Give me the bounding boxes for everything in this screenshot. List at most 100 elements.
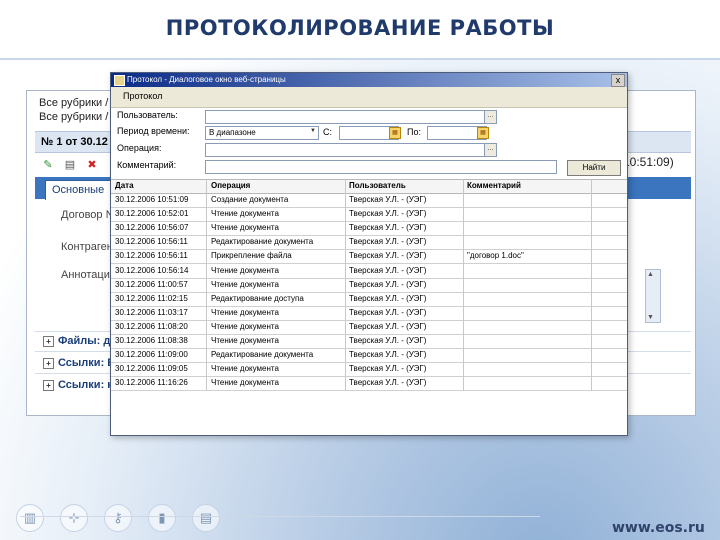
cell-operation: Чтение документа [211, 321, 279, 331]
cell-user: Тверская У.Л. - (УЭГ) [349, 195, 427, 204]
menu-protocol[interactable]: Протокол [123, 91, 162, 101]
table-row[interactable]: 30.12.2006 11:08:38 Чтение документа Тверс… [111, 334, 627, 349]
cell-operation: Чтение документа [211, 364, 279, 374]
operation-field[interactable]: ... [205, 143, 497, 157]
table-row[interactable]: 30.12.2006 10:56:11 Редактирование докуме… [111, 235, 627, 251]
table-row[interactable]: 30.12.2006 11:00:57 Чтение документа Тверс… [111, 278, 627, 293]
slide-header: ПРОТОКОЛИРОВАНИЕ РАБОТЫ [0, 0, 720, 60]
footer-url[interactable]: www.eos.ru [612, 520, 705, 536]
operation-label: Операция: [117, 143, 162, 153]
cell-user: Тверская У.Л. - (УЭГ) [349, 293, 427, 303]
cell-date: 30.12.2006 11:09:05 [115, 364, 188, 374]
cell-user: Тверская У.Л. - (УЭГ) [349, 223, 427, 233]
scroll-up-icon[interactable]: ▲ [647, 271, 654, 278]
column-date[interactable]: Дата [115, 181, 134, 190]
cell-date: 30.12.2006 11:00:57 [115, 279, 188, 289]
table-row[interactable]: 30.12.2006 10:51:09 Создание документа Тве… [111, 193, 627, 208]
cell-operation: Чтение документа [211, 336, 279, 345]
tab-main[interactable]: Основные [45, 180, 112, 200]
field-label-contract: Договор № [61, 209, 118, 221]
column-divider [591, 179, 592, 391]
cell-date: 30.12.2006 10:56:14 [115, 265, 189, 275]
document-number: № 1 от 30.12 [41, 136, 108, 148]
rubric-path-2[interactable]: Все рубрики / [39, 111, 108, 123]
close-button[interactable]: x [611, 74, 625, 87]
comment-field[interactable] [205, 160, 557, 174]
expand-icon[interactable]: + [43, 335, 54, 347]
annotation-scrollbar[interactable]: ▲ ▼ [645, 269, 661, 323]
window-icon [114, 75, 125, 86]
date-from-label: С: [323, 127, 332, 137]
edit-icon[interactable]: ✎ [41, 157, 55, 171]
table-row[interactable]: 30.12.2006 11:03:17 Чтение документа Тверс… [111, 306, 627, 321]
expand-icon[interactable]: + [43, 357, 54, 369]
cell-user: Тверская У.Л. - (УЭГ) [349, 237, 427, 247]
scroll-down-icon[interactable]: ▼ [647, 314, 654, 321]
rubric-path-1[interactable]: Все рубрики / [39, 97, 108, 109]
chevron-down-icon[interactable]: ▼ [310, 128, 316, 134]
cell-date: 30.12.2006 10:56:07 [115, 223, 189, 233]
cell-operation: Чтение документа [211, 279, 279, 289]
calendar-icon[interactable]: ▦ [389, 127, 401, 139]
column-divider [463, 179, 464, 391]
period-select-value: В диапазоне [209, 128, 256, 137]
table-row[interactable]: 30.12.2006 11:02:15 Редактирование доступ… [111, 292, 627, 307]
cell-user: Тверская У.Л. - (УЭГ) [349, 251, 427, 261]
table-row[interactable]: 30.12.2006 11:09:05 Чтение документа Тверс… [111, 362, 627, 378]
section-links-b-label: Ссылки: Б [58, 357, 116, 369]
cell-user: Тверская У.Л. - (УЭГ) [349, 307, 427, 317]
cell-user: Тверская У.Л. - (УЭГ) [349, 336, 427, 345]
column-operation[interactable]: Операция [211, 181, 250, 190]
document-icon: ▤ [192, 504, 220, 532]
folder-icon: ▥ [16, 504, 44, 532]
calendar-icon[interactable]: ▦ [477, 127, 489, 139]
find-button[interactable]: Найти [567, 160, 621, 176]
cell-operation: Чтение документа [211, 209, 279, 219]
cell-user: Тверская У.Л. - (УЭГ) [349, 378, 427, 388]
operation-picker-button[interactable]: ... [484, 144, 496, 156]
table-row[interactable]: 30.12.2006 10:56:11 Прикрепление файла Тве… [111, 249, 627, 265]
user-picker-button[interactable]: ... [484, 111, 496, 123]
key-icon: ⚷ [104, 504, 132, 532]
table-row[interactable]: 30.12.2006 11:09:00 Редактирование докуме… [111, 348, 627, 364]
cell-comment: "договор 1.doc" [467, 251, 524, 261]
cell-operation: Чтение документа [211, 223, 279, 233]
section-links-on[interactable]: + Ссылки: на [43, 379, 120, 391]
expand-icon[interactable]: + [43, 379, 54, 391]
section-files[interactable]: + Файлы: до [43, 335, 117, 347]
column-comment[interactable]: Комментарий [467, 181, 521, 190]
cell-operation: Создание документа [211, 195, 289, 204]
cell-date: 30.12.2006 10:52:01 [115, 209, 189, 219]
table-row[interactable]: 30.12.2006 10:56:07 Чтение документа Тверс… [111, 221, 627, 237]
cell-user: Тверская У.Л. - (УЭГ) [349, 209, 427, 219]
cell-date: 30.12.2006 11:03:17 [115, 307, 188, 317]
dialog-titlebar[interactable]: Протокол - Диалоговое окно веб-страницы … [111, 73, 627, 87]
document-toolbar: ✎ ▤ ✖ [41, 157, 99, 171]
cell-operation: Редактирование документа [211, 350, 314, 360]
period-label: Период времени: [117, 126, 190, 136]
section-files-label: Файлы: до [58, 335, 118, 347]
cell-user: Тверская У.Л. - (УЭГ) [349, 321, 427, 331]
print-icon[interactable]: ▤ [63, 157, 77, 171]
user-field[interactable]: ... [205, 110, 497, 124]
protocol-dialog: Протокол - Диалоговое окно веб-страницы … [110, 72, 628, 436]
network-icon: ⊹ [60, 504, 88, 532]
column-user[interactable]: Пользователь [349, 181, 406, 190]
table-row[interactable]: 30.12.2006 10:52:01 Чтение документа Тверс… [111, 207, 627, 223]
date-to-label: По: [407, 127, 421, 137]
card-icon: ▮ [148, 504, 176, 532]
table-row[interactable]: 30.12.2006 11:08:20 Чтение документа Тверс… [111, 320, 627, 335]
cell-operation: Чтение документа [211, 307, 279, 317]
table-row[interactable]: 30.12.2006 10:56:14 Чтение документа Тверс… [111, 264, 627, 279]
footer-icons: ▥ ⊹ ⚷ ▮ ▤ [16, 504, 220, 532]
delete-icon[interactable]: ✖ [85, 157, 99, 171]
user-label: Пользователь: [117, 110, 178, 120]
cell-date: 30.12.2006 10:51:09 [115, 195, 189, 204]
cell-operation: Редактирование доступа [211, 293, 304, 303]
section-links-b[interactable]: + Ссылки: Б [43, 357, 115, 369]
table-row[interactable]: 30.12.2006 11:16:26 Чтение документа Тверс… [111, 376, 627, 392]
period-select[interactable]: В диапазоне ▼ [205, 126, 319, 140]
cell-date: 30.12.2006 10:56:11 [115, 251, 188, 261]
cell-date: 30.12.2006 11:08:20 [115, 321, 188, 331]
cell-date: 30.12.2006 10:56:11 [115, 237, 188, 247]
